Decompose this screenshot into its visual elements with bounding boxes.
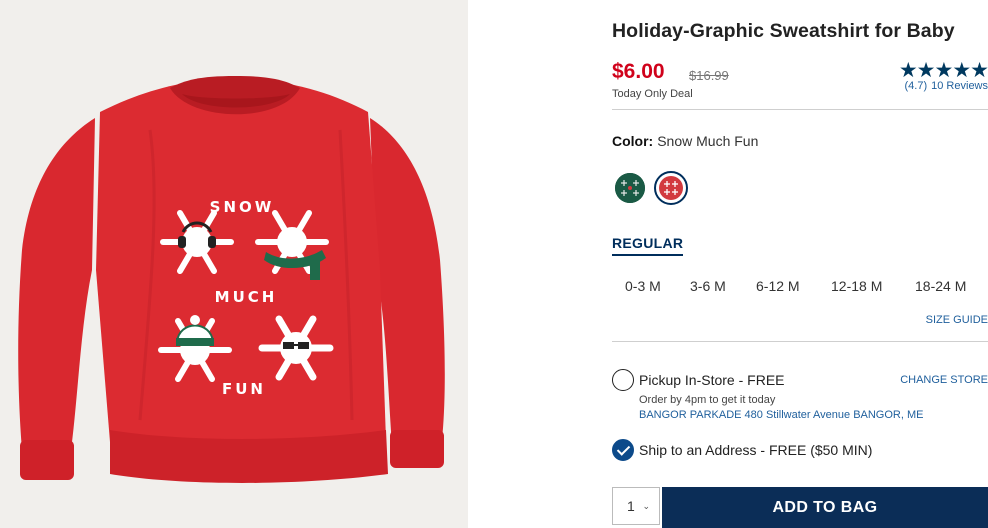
- pickup-radio[interactable]: [612, 369, 634, 391]
- size-option[interactable]: 6-12 M: [756, 278, 800, 294]
- deal-label: Today Only Deal: [612, 88, 693, 100]
- divider: [612, 109, 988, 110]
- sale-price: $6.00: [612, 60, 665, 83]
- swatch-snow-much-fun[interactable]: [654, 171, 688, 205]
- chevron-down-icon: ⌄: [642, 501, 650, 511]
- add-to-bag-button[interactable]: ADD TO BAG: [662, 487, 988, 528]
- reviews-count[interactable]: 10 Reviews: [931, 80, 988, 92]
- size-option[interactable]: 0-3 M: [625, 278, 661, 294]
- quantity-value: 1: [627, 498, 635, 514]
- pickup-label: Pickup In-Store - FREE: [639, 372, 785, 388]
- reviews-link[interactable]: (4.7) 10 Reviews: [905, 80, 988, 92]
- product-title: Holiday-Graphic Sweatshirt for Baby: [612, 20, 955, 42]
- size-option[interactable]: 3-6 M: [690, 278, 726, 294]
- swatch-green-holiday[interactable]: [615, 173, 645, 203]
- graphic-word: FUN: [222, 380, 266, 398]
- original-price: $16.99: [689, 68, 729, 83]
- selected-color: Snow Much Fun: [657, 133, 759, 149]
- order-by-text: Order by 4pm to get it today: [639, 394, 776, 406]
- divider: [612, 341, 988, 342]
- color-label: Color:: [612, 133, 654, 149]
- size-option[interactable]: 12-18 M: [831, 278, 882, 294]
- snowflake-pattern-icon: [659, 176, 683, 200]
- store-address-link[interactable]: BANGOR PARKADE 480 Stillwater Avenue BAN…: [639, 409, 923, 421]
- graphic-word: SNOW: [210, 198, 275, 216]
- product-image[interactable]: SNOW MUCH FUN: [0, 0, 468, 528]
- rating-value: (4.7): [904, 80, 928, 92]
- tab-regular[interactable]: REGULAR: [612, 235, 684, 256]
- ship-radio[interactable]: [612, 439, 634, 461]
- ship-label: Ship to an Address - FREE ($50 MIN): [639, 442, 873, 458]
- size-selector: 0-3 M 3-6 M 6-12 M 12-18 M 18-24 M: [612, 278, 988, 298]
- size-guide-link[interactable]: SIZE GUIDE: [926, 314, 988, 326]
- sweatshirt-illustration: SNOW MUCH FUN: [18, 76, 445, 483]
- size-option[interactable]: 18-24 M: [915, 278, 966, 294]
- snowflake-pattern-icon: [615, 173, 645, 203]
- color-label-row: Color: Snow Much Fun: [612, 133, 758, 149]
- product-details: Holiday-Graphic Sweatshirt for Baby $6.0…: [612, 0, 988, 528]
- quantity-select[interactable]: 1 ⌄: [612, 487, 660, 525]
- change-store-link[interactable]: CHANGE STORE: [900, 374, 988, 386]
- graphic-word: MUCH: [215, 288, 278, 306]
